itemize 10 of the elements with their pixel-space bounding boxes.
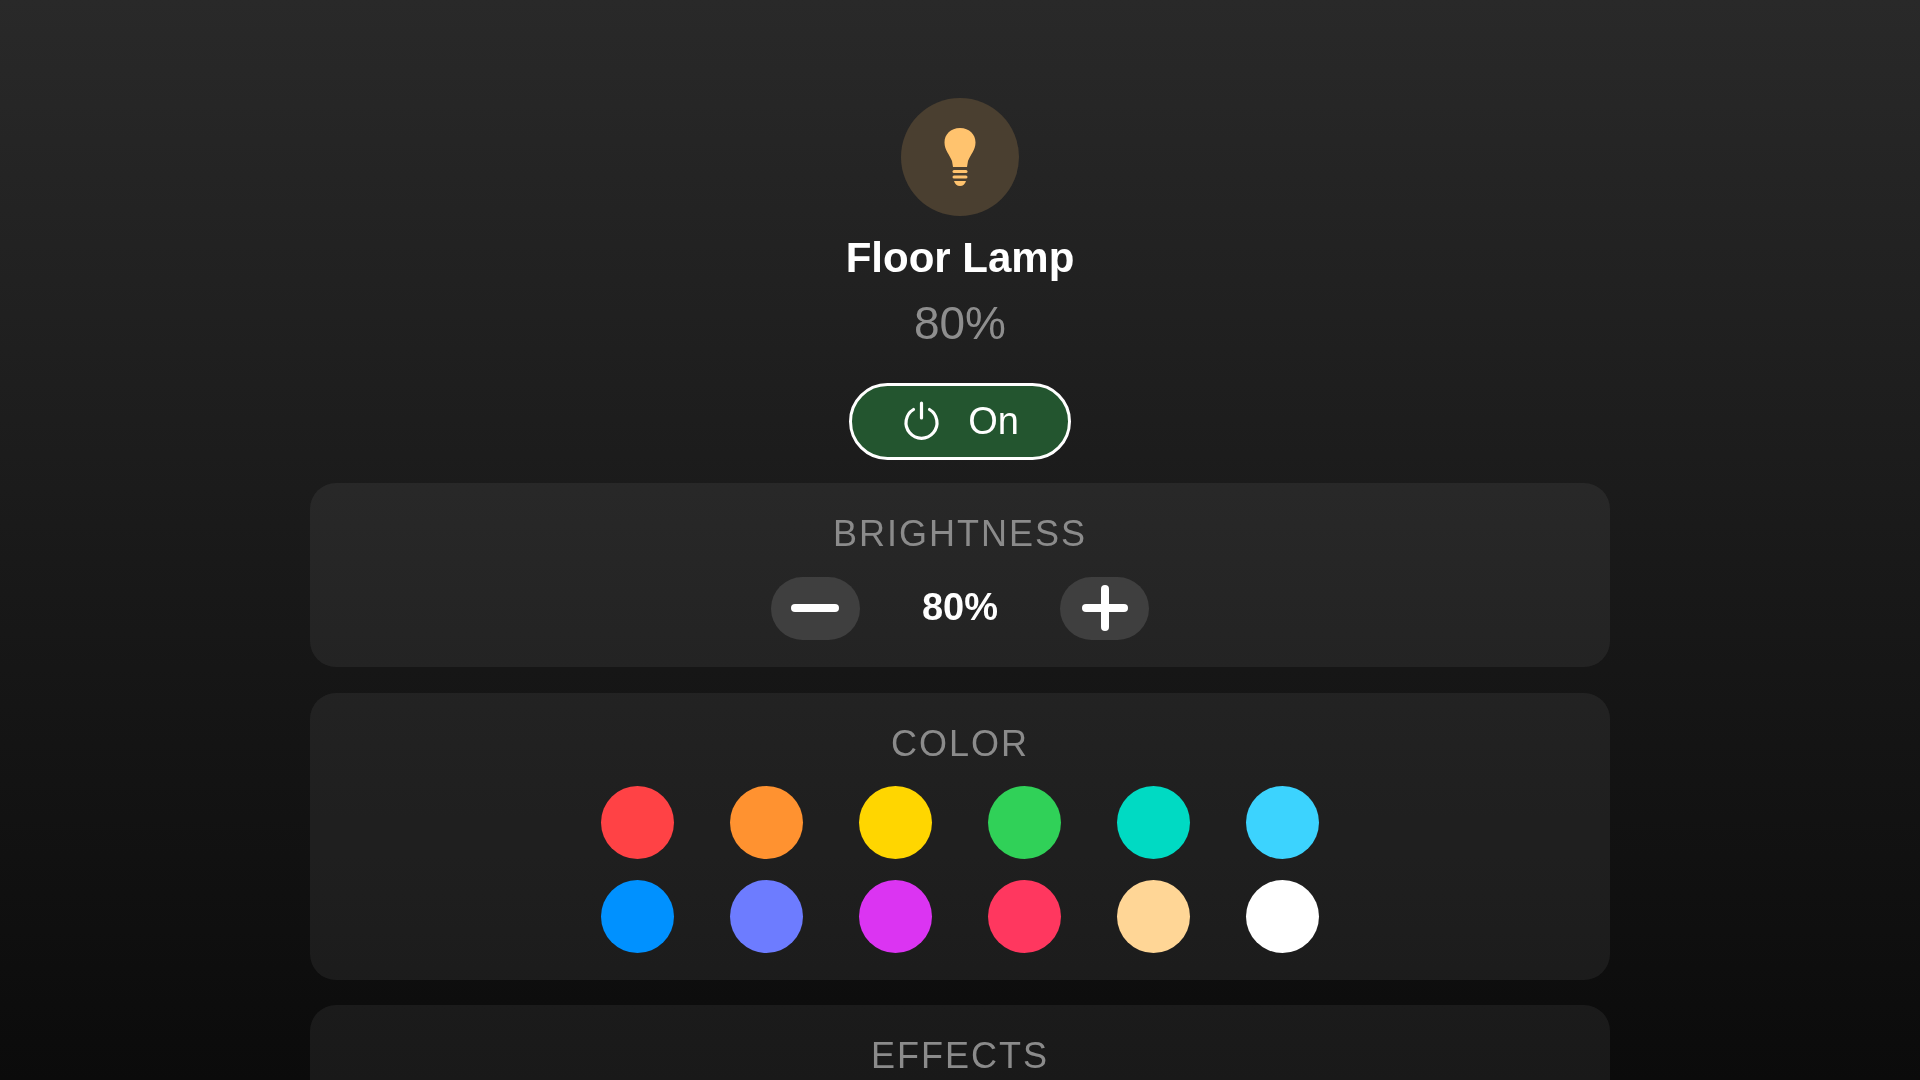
section-title: EFFECTS — [871, 1033, 1049, 1078]
plus-icon — [1081, 585, 1128, 632]
status-text: 80% — [913, 296, 1007, 352]
section-title: COLOR — [891, 721, 1029, 765]
section-title: BRIGHTNESS — [832, 511, 1087, 555]
device-name: Floor Lamp — [845, 233, 1075, 283]
lightbulb-icon — [901, 98, 1019, 216]
brightness-value: 80% — [921, 585, 999, 631]
power-button[interactable]: On — [849, 382, 1071, 460]
minus-icon — [791, 604, 840, 613]
